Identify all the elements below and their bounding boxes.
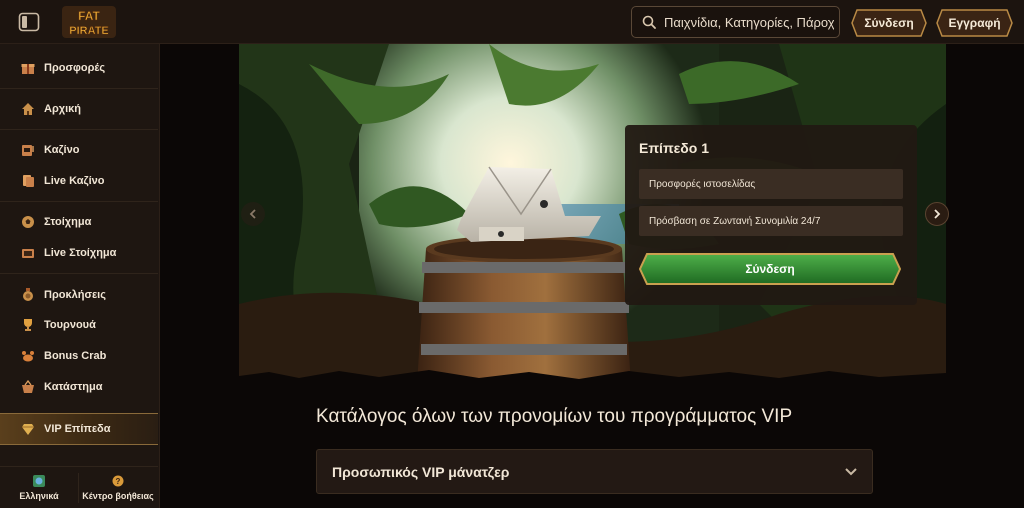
svg-text:?: ? xyxy=(116,477,121,486)
help-center-label: Κέντρο βοήθειας xyxy=(82,491,154,501)
accordion-label: Προσωπικός VIP μάνατζερ xyxy=(332,463,510,480)
register-button-label: Εγγραφή xyxy=(948,16,1001,30)
search-box[interactable] xyxy=(631,6,840,38)
crab-icon xyxy=(22,351,34,362)
sidebar-item-bonus-crab[interactable]: Bonus Crab xyxy=(0,341,158,371)
login-button[interactable]: Σύνδεση xyxy=(851,8,927,38)
slot-machine-icon xyxy=(22,145,34,156)
login-button-label: Σύνδεση xyxy=(864,16,914,30)
main-content: Επίπεδο 1 Προσφορές ιστοσελίδας Πρόσβαση… xyxy=(161,44,1024,508)
level-title: Επίπεδο 1 xyxy=(639,140,710,156)
help-icon: ? xyxy=(112,475,124,487)
chevron-left-icon xyxy=(249,209,256,219)
sidebar-item-betting[interactable]: Στοίχημα xyxy=(0,207,158,237)
sidebar-item-label: Bonus Crab xyxy=(44,350,107,362)
medal-icon xyxy=(23,288,33,301)
logo-bottom-text: PIRATE xyxy=(69,25,109,37)
basket-icon xyxy=(22,380,34,393)
card-login-label: Σύνδεση xyxy=(745,262,795,276)
sidebar-item-label: Τουρνουά xyxy=(44,319,96,331)
sidebar-item-label: Live Στοίχημα xyxy=(44,247,117,259)
live-tv-icon xyxy=(22,249,34,258)
home-icon xyxy=(22,103,34,115)
diamond-icon xyxy=(22,424,34,435)
benefit-item: Πρόσβαση σε Ζωντανή Συνομιλία 24/7 xyxy=(639,206,903,236)
sidebar-item-challenges[interactable]: Προκλήσεις xyxy=(0,280,158,310)
gift-icon xyxy=(21,64,35,74)
register-button[interactable]: Εγγραφή xyxy=(936,8,1013,38)
sidebar-item-home[interactable]: Αρχική xyxy=(0,94,158,124)
sidebar-item-label: Προσφορές xyxy=(44,62,106,74)
fat-pirate-logo[interactable]: FAT PIRATE xyxy=(60,5,118,39)
sidebar-item-live-betting[interactable]: Live Στοίχημα xyxy=(0,238,158,268)
sidebar-item-tournaments[interactable]: Τουρνουά xyxy=(0,310,158,340)
carousel-next-button[interactable] xyxy=(925,202,949,226)
logo-top-text: FAT xyxy=(78,9,100,23)
sidebar-item-label: Στοίχημα xyxy=(44,216,92,228)
card-login-button[interactable]: Σύνδεση xyxy=(639,252,901,286)
cards-icon xyxy=(23,175,34,187)
sidebar-item-vip-levels[interactable]: VIP Επίπεδα xyxy=(0,413,158,445)
sidebar-item-label: Live Καζίνο xyxy=(44,175,105,187)
chevron-right-icon xyxy=(934,209,941,219)
sidebar-item-label: VIP Επίπεδα xyxy=(44,423,111,435)
sidebar-item-offers[interactable]: Προσφορές xyxy=(0,53,158,83)
search-icon xyxy=(642,15,656,29)
sidebar-bottom-bar: Ελληνικά ? Κέντρο βοήθειας xyxy=(0,466,158,508)
sidebar-item-shop[interactable]: Κατάστημα xyxy=(0,372,158,402)
accordion-personal-vip-manager[interactable]: Προσωπικός VIP μάνατζερ xyxy=(316,449,873,494)
trophy-icon xyxy=(24,319,32,331)
search-input[interactable] xyxy=(664,14,834,30)
soccer-ball-icon xyxy=(22,216,34,228)
vip-level-card: Επίπεδο 1 Προσφορές ιστοσελίδας Πρόσβαση… xyxy=(625,125,917,305)
globe-icon xyxy=(33,475,45,487)
sidebar-item-label: Κατάστημα xyxy=(44,381,103,393)
top-header: FAT PIRATE Σύνδεση Εγγραφή xyxy=(0,0,1024,44)
vip-benefits-heading: Κατάλογος όλων των προνομίων του προγράμ… xyxy=(316,406,793,427)
language-label: Ελληνικά xyxy=(19,491,59,501)
sidebar-item-label: Προκλήσεις xyxy=(44,289,106,301)
sidebar-item-label: Καζίνο xyxy=(44,144,80,156)
sidebar-item-label: Αρχική xyxy=(44,103,81,115)
benefit-item: Προσφορές ιστοσελίδας xyxy=(639,169,903,199)
sidebar-item-casino[interactable]: Καζίνο xyxy=(0,135,158,165)
sidebar-toggle-icon[interactable] xyxy=(18,12,40,32)
carousel-prev-button[interactable] xyxy=(241,202,265,226)
help-center-link[interactable]: ? Κέντρο βοήθειας xyxy=(79,467,157,508)
chevron-down-icon xyxy=(845,468,857,476)
sidebar: Προσφορές Αρχική Καζίνο Live Καζίνο Στοί… xyxy=(0,44,160,508)
sidebar-item-live-casino[interactable]: Live Καζίνο xyxy=(0,166,158,196)
hero-torn-edge xyxy=(239,370,946,390)
language-selector[interactable]: Ελληνικά xyxy=(0,467,78,508)
